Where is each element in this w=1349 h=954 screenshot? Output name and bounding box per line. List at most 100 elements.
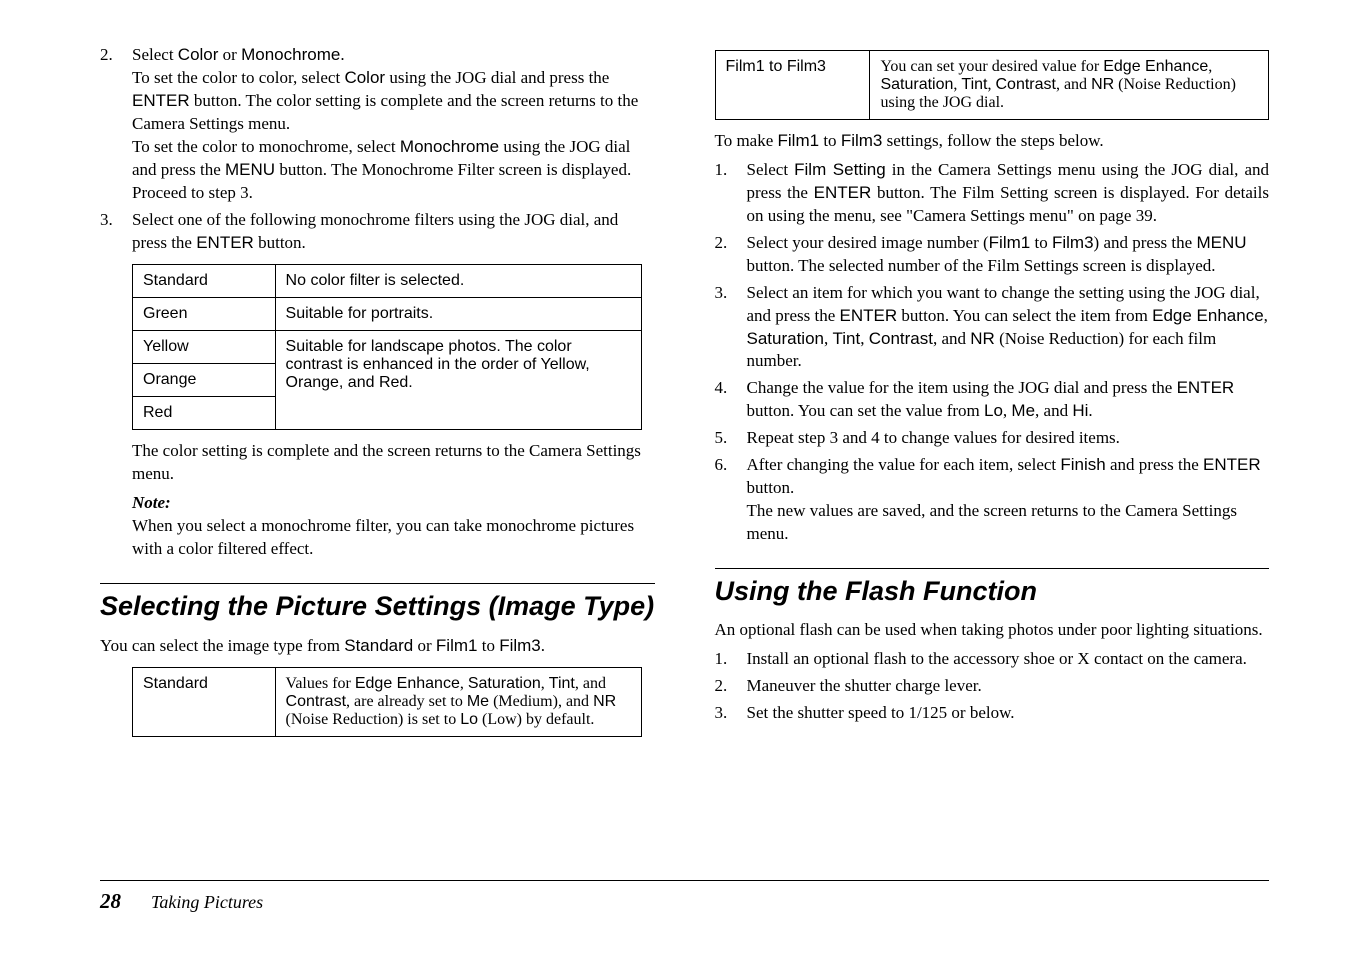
text: settings, follow the steps below. bbox=[882, 131, 1103, 150]
divider bbox=[100, 583, 655, 584]
step-body: Select Film Setting in the Camera Settin… bbox=[747, 159, 1270, 228]
code-finish: Finish bbox=[1060, 455, 1105, 474]
step-body: Install an optional flash to the accesso… bbox=[747, 648, 1270, 671]
text: The new values are saved, and the screen… bbox=[747, 501, 1237, 543]
text: , and bbox=[1056, 76, 1091, 93]
text: To set the color to color, select bbox=[132, 68, 344, 87]
section-intro: You can select the image type from Stand… bbox=[100, 635, 655, 658]
step-3: 3. Select one of the following monochrom… bbox=[100, 209, 655, 255]
table-row: Yellow Suitable for landscape photos. Th… bbox=[133, 331, 642, 364]
step-number: 1. bbox=[715, 648, 733, 671]
code-tint: Tint bbox=[961, 76, 987, 93]
code-enter: ENTER bbox=[132, 91, 190, 110]
step-number: 4. bbox=[715, 377, 733, 423]
step-number: 3. bbox=[715, 702, 733, 725]
text: , bbox=[541, 675, 549, 692]
text: , bbox=[1208, 58, 1212, 75]
text: After changing the value for each item, … bbox=[747, 455, 1061, 474]
code-lo: Lo bbox=[984, 401, 1003, 420]
cell-desc: No color filter is selected. bbox=[275, 265, 642, 298]
text: To make bbox=[715, 131, 778, 150]
code-menu: MENU bbox=[1196, 233, 1246, 252]
step-number: 2. bbox=[100, 44, 118, 205]
note: Note: When you select a monochrome filte… bbox=[132, 492, 655, 561]
note-label: Note: bbox=[132, 493, 171, 512]
table-row: Green Suitable for portraits. bbox=[133, 298, 642, 331]
code-film1: Film1 bbox=[436, 636, 478, 655]
code-contrast: Contrast bbox=[995, 76, 1055, 93]
code-tint: Tint bbox=[833, 329, 861, 348]
text: Change the value for the item using the … bbox=[747, 378, 1177, 397]
flash-intro: An optional flash can be used when takin… bbox=[715, 619, 1270, 642]
code-standard: Standard bbox=[344, 636, 413, 655]
text: button. You can set the value from bbox=[747, 401, 985, 420]
flash-step-3: 3. Set the shutter speed to 1/125 or bel… bbox=[715, 702, 1270, 725]
left-column: 2. Select Color or Monochrome. To set th… bbox=[100, 40, 655, 860]
code-hi: Hi bbox=[1072, 401, 1088, 420]
film-step-2: 2. Select your desired image number (Fil… bbox=[715, 232, 1270, 278]
code-me: Me bbox=[1011, 401, 1035, 420]
film-settings-table: Film1 to Film3 You can set your desired … bbox=[715, 50, 1270, 120]
text: , bbox=[824, 329, 833, 348]
text: , bbox=[1264, 306, 1268, 325]
text: , and bbox=[575, 675, 606, 692]
text: . bbox=[1088, 401, 1092, 420]
text: button. You can select the item from bbox=[897, 306, 1152, 325]
step-body: Repeat step 3 and 4 to change values for… bbox=[747, 427, 1270, 450]
code-enter: ENTER bbox=[814, 183, 872, 202]
text: Select bbox=[132, 45, 178, 64]
code-edge-enhance: Edge Enhance bbox=[1103, 58, 1208, 75]
code-monochrome: Monochrome bbox=[400, 137, 499, 156]
code-nr: NR bbox=[970, 329, 995, 348]
step-number: 3. bbox=[715, 282, 733, 374]
text: button. The selected number of the Film … bbox=[747, 256, 1216, 275]
text: button. bbox=[747, 478, 795, 497]
film-step-1: 1. Select Film Setting in the Camera Set… bbox=[715, 159, 1270, 228]
film-step-6: 6. After changing the value for each ite… bbox=[715, 454, 1270, 546]
text: . bbox=[340, 45, 344, 64]
text: ) and press the bbox=[1094, 233, 1197, 252]
note-body: When you select a monochrome filter, you… bbox=[132, 516, 634, 558]
code-me: Me bbox=[467, 693, 489, 710]
step-number: 5. bbox=[715, 427, 733, 450]
flash-step-2: 2. Maneuver the shutter charge lever. bbox=[715, 675, 1270, 698]
cell-desc: Values for Edge Enhance, Saturation, Tin… bbox=[275, 668, 642, 737]
step-body: Select your desired image number (Film1 … bbox=[747, 232, 1270, 278]
code-nr: NR bbox=[593, 693, 616, 710]
step-number: 3. bbox=[100, 209, 118, 255]
page-footer: 28 Taking Pictures bbox=[100, 880, 1269, 914]
cell-desc: You can set your desired value for Edge … bbox=[870, 51, 1269, 120]
divider bbox=[715, 568, 1270, 569]
after-table-text: The color setting is complete and the sc… bbox=[132, 440, 655, 486]
code-film3: Film3 bbox=[841, 131, 883, 150]
text: using the JOG dial and press the bbox=[385, 68, 609, 87]
code-enter: ENTER bbox=[1177, 378, 1235, 397]
text: To set the color to monochrome, select bbox=[132, 137, 400, 156]
cell-green: Green bbox=[133, 298, 276, 331]
page-columns: 2. Select Color or Monochrome. To set th… bbox=[0, 0, 1349, 880]
step-body: Set the shutter speed to 1/125 or below. bbox=[747, 702, 1270, 725]
text: or bbox=[413, 636, 436, 655]
step-number: 2. bbox=[715, 675, 733, 698]
text: Select bbox=[747, 160, 795, 179]
page-number: 28 bbox=[100, 889, 121, 914]
step-2: 2. Select Color or Monochrome. To set th… bbox=[100, 44, 655, 205]
right-column: Film1 to Film3 You can set your desired … bbox=[715, 40, 1270, 860]
cell-orange: Orange bbox=[133, 364, 276, 397]
text: , bbox=[460, 675, 468, 692]
step-body: Select one of the following monochrome f… bbox=[132, 209, 655, 255]
step-body: After changing the value for each item, … bbox=[747, 454, 1270, 546]
code-color: Color bbox=[178, 45, 219, 64]
cell-standard: Standard bbox=[133, 668, 276, 737]
cell-film1-to-film3: Film1 to Film3 bbox=[715, 51, 870, 120]
code-film1: Film1 bbox=[989, 233, 1031, 252]
code-tint: Tint bbox=[549, 675, 575, 692]
step-number: 2. bbox=[715, 232, 733, 278]
code-film3: Film3 bbox=[1052, 233, 1094, 252]
code-menu: MENU bbox=[225, 160, 275, 179]
footer-title: Taking Pictures bbox=[151, 892, 263, 913]
code-saturation: Saturation bbox=[880, 76, 953, 93]
text: to bbox=[477, 636, 499, 655]
text: , are already set to bbox=[346, 693, 467, 710]
code-film-setting: Film Setting bbox=[794, 160, 886, 179]
